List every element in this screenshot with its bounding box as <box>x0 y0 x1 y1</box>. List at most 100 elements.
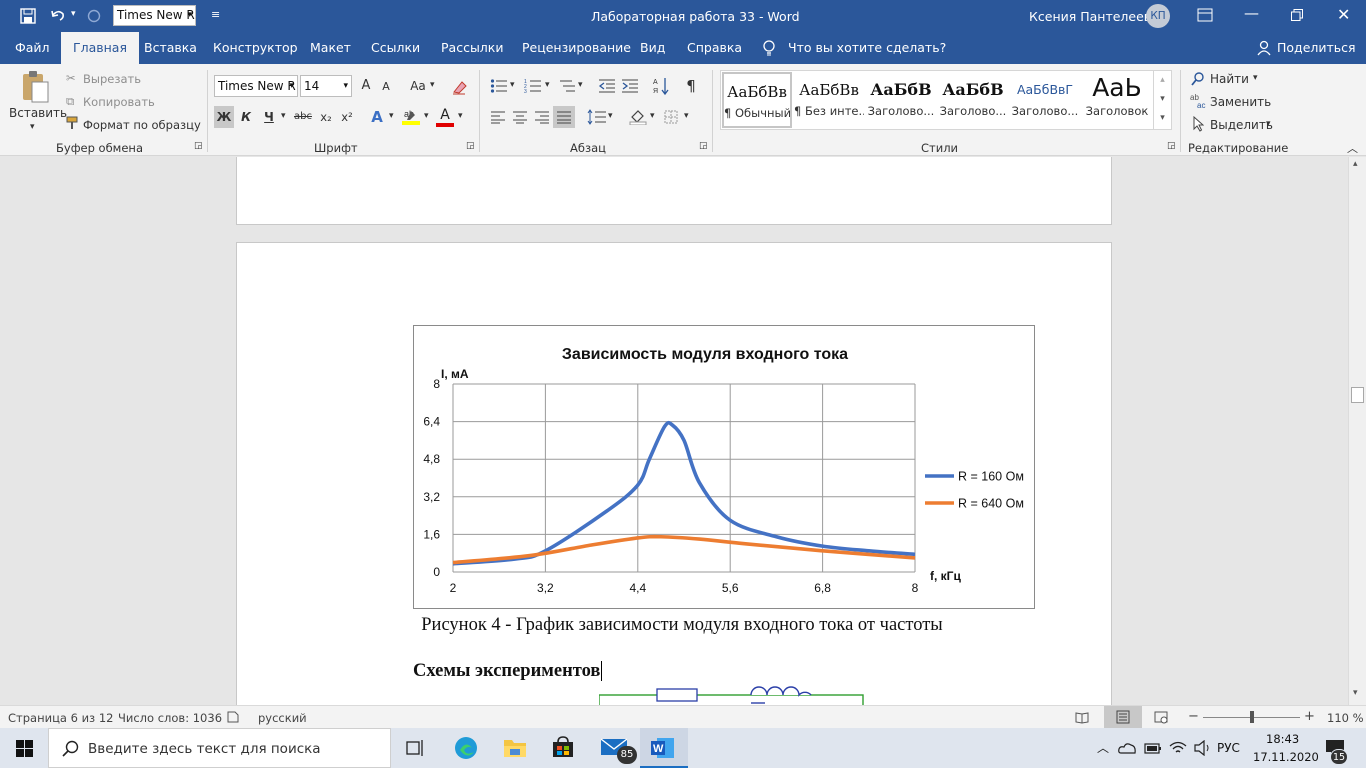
tab-file[interactable]: Файл <box>15 32 50 64</box>
strikethrough-button[interactable]: abc <box>292 106 314 128</box>
format-painter-icon[interactable] <box>66 116 80 133</box>
paragraph-launcher-icon[interactable]: ◲ <box>699 141 708 151</box>
edge-browser-icon[interactable] <box>454 736 478 763</box>
read-mode-icon[interactable] <box>1075 710 1089 727</box>
scroll-up-icon[interactable]: ▴ <box>1353 159 1358 169</box>
clear-formatting-icon[interactable] <box>451 79 467 98</box>
bullets-icon[interactable] <box>490 78 508 97</box>
copy-icon[interactable]: ⧉ <box>66 94 74 109</box>
document-page[interactable]: Зависимость модуля входного тока I, мА f… <box>236 242 1112 705</box>
zoom-level[interactable]: 110 % <box>1327 711 1364 725</box>
chevron-down-icon[interactable]: ▾ <box>545 80 550 90</box>
page-indicator[interactable]: Страница 6 из 12 <box>8 711 113 725</box>
decrease-indent-icon[interactable] <box>598 78 616 97</box>
tab-review[interactable]: Рецензирование <box>522 32 631 64</box>
print-layout-icon[interactable] <box>1104 706 1142 728</box>
collapse-ribbon-icon[interactable]: ︿ <box>1347 140 1358 156</box>
onedrive-icon[interactable] <box>1118 742 1136 757</box>
increase-indent-icon[interactable] <box>621 78 639 97</box>
chevron-down-icon[interactable]: ▾ <box>510 80 515 90</box>
wifi-icon[interactable] <box>1169 740 1187 759</box>
tab-help[interactable]: Справка <box>687 32 742 64</box>
chevron-down-icon[interactable]: ▾ <box>578 80 583 90</box>
paste-icon[interactable] <box>19 70 51 109</box>
copy-button[interactable]: Копировать <box>83 95 155 109</box>
select-button[interactable]: Выделить <box>1210 118 1273 132</box>
tab-home[interactable]: Главная <box>61 32 139 64</box>
text-effects-button[interactable]: A <box>368 106 386 128</box>
undo-icon[interactable] <box>50 7 66 26</box>
web-layout-icon[interactable] <box>1154 710 1168 727</box>
windows-start-icon[interactable] <box>16 740 33 760</box>
cut-button[interactable]: Вырезать <box>83 72 141 86</box>
zoom-slider-thumb[interactable] <box>1250 711 1254 723</box>
highlight-icon[interactable]: ab <box>401 108 421 129</box>
shrink-font-button[interactable]: A <box>379 76 393 98</box>
show-marks-button[interactable]: ¶ <box>683 75 699 97</box>
replace-button[interactable]: Заменить <box>1210 95 1271 109</box>
underline-button[interactable]: Ч <box>260 106 278 128</box>
battery-icon[interactable] <box>1144 741 1162 758</box>
minimize-button[interactable]: — <box>1244 4 1259 22</box>
select-icon[interactable] <box>1192 115 1205 135</box>
redo-icon[interactable] <box>86 8 102 27</box>
vertical-scrollbar[interactable]: ▴ ▾ <box>1348 157 1366 705</box>
chevron-down-icon[interactable]: ▾ <box>1266 119 1271 129</box>
sort-icon[interactable]: AЯ <box>653 76 669 99</box>
tab-design[interactable]: Конструктор <box>213 32 298 64</box>
chevron-down-icon[interactable]: ▾ <box>684 111 689 121</box>
find-button[interactable]: Найти <box>1210 72 1249 86</box>
find-icon[interactable] <box>1191 72 1205 89</box>
zoom-in-button[interactable]: + <box>1304 709 1315 724</box>
clock-date[interactable]: 17.11.2020 <box>1253 750 1319 764</box>
tab-mailings[interactable]: Рассылки <box>441 32 503 64</box>
font-size-box[interactable]: 14 ▾ <box>300 75 352 97</box>
italic-button[interactable]: К <box>237 106 255 128</box>
text-effects-dropdown-icon[interactable]: ▾ <box>389 111 394 121</box>
style-heading-1[interactable]: АаБбВ Заголово... <box>866 72 936 128</box>
justify-icon[interactable] <box>553 106 575 128</box>
styles-launcher-icon[interactable]: ◲ <box>1167 141 1176 151</box>
grow-font-button[interactable]: A <box>358 75 374 97</box>
style-normal[interactable]: АаБбВв ¶ Обычный <box>722 72 792 128</box>
cut-icon[interactable]: ✂ <box>66 71 76 85</box>
tab-references[interactable]: Ссылки <box>371 32 420 64</box>
task-view-icon[interactable] <box>406 739 426 760</box>
share-button[interactable]: Поделиться <box>1277 32 1356 64</box>
underline-dropdown-icon[interactable]: ▾ <box>281 111 286 121</box>
taskbar-search-box[interactable]: Введите здесь текст для поиска <box>48 728 391 768</box>
word-count[interactable]: Число слов: 1036 <box>118 711 222 725</box>
quick-font-box[interactable]: Times New R ▾ <box>113 5 196 26</box>
save-icon[interactable] <box>20 8 36 27</box>
align-right-icon[interactable] <box>534 110 550 127</box>
style-heading-3[interactable]: АаБбВвГ Заголово... <box>1010 72 1080 128</box>
store-icon[interactable] <box>552 736 574 761</box>
numbering-icon[interactable]: 123 <box>524 78 542 97</box>
scroll-down-icon[interactable]: ▾ <box>1353 688 1358 698</box>
clock-time[interactable]: 18:43 <box>1266 732 1299 746</box>
volume-icon[interactable] <box>1194 739 1212 759</box>
styles-up-icon[interactable]: ▴ <box>1154 71 1171 90</box>
highlight-dropdown-icon[interactable]: ▾ <box>424 111 429 121</box>
chevron-down-icon[interactable]: ▾ <box>608 111 613 121</box>
circuit-diagram[interactable] <box>599 683 865 705</box>
proofing-icon[interactable] <box>226 710 240 727</box>
line-spacing-icon[interactable] <box>587 109 607 128</box>
subscript-button[interactable]: x₂ <box>317 106 335 128</box>
font-launcher-icon[interactable]: ◲ <box>466 141 475 151</box>
undo-dropdown-icon[interactable]: ▾ <box>71 9 76 19</box>
paste-button[interactable]: Вставить <box>9 106 67 120</box>
font-name-box[interactable]: Times New R ▾ <box>214 75 298 97</box>
change-case-button[interactable]: Aa <box>408 75 428 97</box>
change-case-dropdown-icon[interactable]: ▾ <box>430 80 435 90</box>
align-left-icon[interactable] <box>490 110 506 127</box>
word-taskbar-button[interactable]: W <box>640 728 688 768</box>
scroll-thumb[interactable] <box>1351 387 1364 403</box>
tab-layout[interactable]: Макет <box>310 32 351 64</box>
document-page-previous[interactable] <box>236 157 1112 225</box>
multilevel-list-icon[interactable] <box>558 78 576 97</box>
chevron-down-icon[interactable]: ▾ <box>1253 73 1258 83</box>
tray-chevron-icon[interactable]: ︿ <box>1097 739 1109 756</box>
borders-icon[interactable] <box>664 110 678 127</box>
shading-icon[interactable] <box>629 109 647 128</box>
